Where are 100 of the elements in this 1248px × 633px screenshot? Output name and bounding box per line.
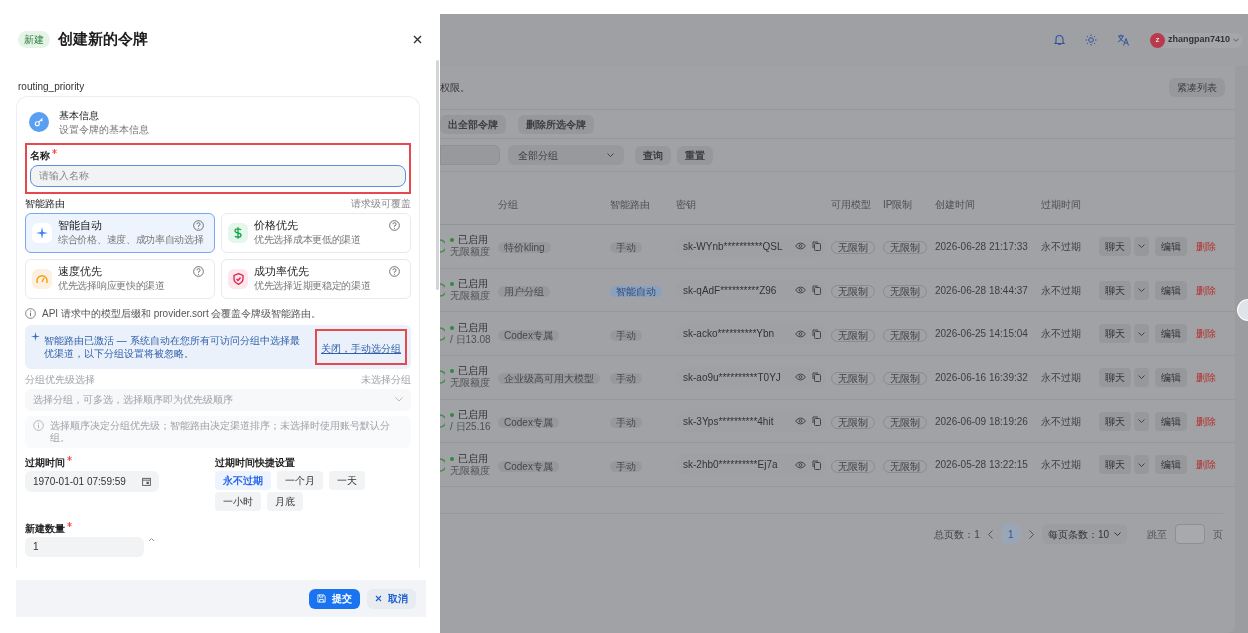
chevron-down-icon — [1138, 244, 1145, 249]
page-size-select[interactable]: 每页条数：10 — [1041, 524, 1127, 545]
dropdown-button[interactable] — [1134, 455, 1149, 475]
assistant-avatar[interactable] — [1237, 299, 1248, 321]
expiry-time: 永不过期 — [1041, 327, 1082, 342]
name-input[interactable]: 请输入名称 — [30, 164, 406, 187]
created-time: 2026-06-25 14:15:04 — [935, 327, 1029, 342]
eye-icon[interactable] — [795, 373, 806, 382]
translate-icon[interactable] — [1116, 34, 1130, 46]
help-icon[interactable] — [389, 266, 400, 277]
bell-icon[interactable] — [1053, 34, 1065, 46]
eye-icon[interactable] — [795, 242, 806, 251]
help-icon[interactable] — [193, 266, 204, 277]
cancel-button[interactable]: 取消 — [367, 588, 416, 609]
eye-icon[interactable] — [795, 460, 806, 469]
edit-button[interactable]: 编辑 — [1155, 280, 1187, 300]
delete-button[interactable]: 删除 — [1196, 369, 1216, 385]
dropdown-button[interactable] — [1134, 367, 1149, 387]
status-text: 已启用 — [458, 321, 488, 334]
drawer-title: 创建新的令牌 — [58, 28, 148, 49]
edit-button[interactable]: 编辑 — [1155, 324, 1187, 344]
routing-option[interactable]: 成功率优先 优先选择近期更稳定的渠道 — [221, 258, 411, 299]
submit-button[interactable]: 提交 — [309, 588, 360, 609]
field-label: 过期时间快捷设置 — [215, 455, 296, 469]
chat-button[interactable]: 聊天 — [1099, 324, 1131, 344]
chevron-left-icon[interactable] — [987, 529, 993, 539]
copy-icon[interactable] — [812, 285, 821, 296]
quota-text: 无限额度 — [450, 377, 490, 390]
close-icon[interactable] — [413, 34, 422, 44]
subtitle: routing_priority — [18, 80, 86, 93]
count-input[interactable]: 1 — [25, 536, 144, 557]
toggle-switch-icon[interactable] — [440, 370, 445, 385]
dropdown-button[interactable] — [1134, 280, 1149, 300]
delete-button[interactable]: 删除 — [1196, 413, 1216, 429]
chat-button[interactable]: 聊天 — [1099, 367, 1131, 387]
copy-icon[interactable] — [812, 241, 821, 252]
toggle-switch-icon[interactable] — [440, 326, 445, 341]
field-hint: 请求级可覆盖 — [351, 196, 411, 210]
delete-button[interactable]: 删除 — [1196, 282, 1216, 298]
help-icon[interactable] — [193, 220, 204, 231]
eye-icon[interactable] — [795, 417, 806, 426]
delete-button[interactable]: 删除 — [1196, 326, 1216, 342]
copy-icon[interactable] — [812, 416, 821, 427]
routing-option[interactable]: 智能自动 综合价格、速度、成功率自动选择 — [25, 212, 215, 253]
preset-button[interactable]: 永不过期 — [215, 470, 271, 490]
select-value: 全部分组 — [518, 148, 558, 163]
column-header: 过期时间 — [1041, 198, 1082, 212]
page-button[interactable]: 1 — [1000, 524, 1021, 545]
routing-note: API 请求中的模型后缀和 provider.sort 会覆盖令牌级智能路由。 — [42, 307, 322, 321]
toggle-switch-icon[interactable] — [440, 457, 445, 472]
copy-icon[interactable] — [812, 372, 821, 383]
chat-button[interactable]: 聊天 — [1099, 280, 1131, 300]
chat-button[interactable]: 聊天 — [1099, 236, 1131, 256]
key-text: sk-3Yps**********4hit — [683, 414, 775, 429]
preset-button[interactable]: 一小时 — [215, 491, 261, 511]
dropdown-button[interactable] — [1134, 236, 1149, 256]
status-text: 已启用 — [458, 409, 488, 422]
help-icon[interactable] — [389, 220, 400, 231]
column-header: 可用模型 — [831, 198, 872, 212]
sun-icon[interactable] — [1084, 34, 1097, 46]
routing-option[interactable]: 速度优先 优先选择响应更快的渠道 — [25, 258, 215, 299]
info-icon — [33, 419, 44, 431]
chat-button[interactable]: 聊天 — [1099, 411, 1131, 431]
edit-button[interactable]: 编辑 — [1155, 411, 1187, 431]
date-field[interactable]: 1970-01-01 07:59:59 — [25, 470, 159, 492]
eye-icon[interactable] — [795, 329, 806, 338]
toggle-switch-icon[interactable] — [440, 414, 445, 429]
eye-icon[interactable] — [795, 286, 806, 295]
dropdown-button[interactable] — [1134, 324, 1149, 344]
section-title: 基本信息 — [59, 108, 100, 123]
routing-option[interactable]: 价格优先 优先选择成本更低的渠道 — [221, 212, 411, 253]
preset-button[interactable]: 月底 — [267, 491, 303, 511]
query-button[interactable]: 查询 — [635, 145, 671, 165]
chat-button[interactable]: 聊天 — [1099, 455, 1131, 475]
token-action-button[interactable]: 出全部令牌 — [440, 114, 506, 134]
preset-button[interactable]: 一个月 — [277, 470, 323, 490]
manual-group-link[interactable]: 关闭，手动选分组 — [321, 342, 401, 354]
edit-button[interactable]: 编辑 — [1155, 455, 1187, 475]
group-select[interactable]: 全部分组 — [508, 145, 624, 165]
preset-button[interactable]: 一天 — [329, 470, 365, 490]
reset-button[interactable]: 重置 — [677, 145, 713, 165]
copy-icon[interactable] — [812, 459, 821, 470]
user-menu[interactable]: z zhangpan7410 — [1149, 32, 1243, 48]
delete-button[interactable]: 删除 — [1196, 457, 1216, 473]
search-field[interactable] — [440, 145, 500, 165]
delete-button[interactable]: 删除 — [1196, 238, 1216, 254]
copy-icon[interactable] — [812, 328, 821, 339]
token-action-button[interactable]: 删除所选令牌 — [518, 114, 594, 134]
jump-input[interactable] — [1175, 524, 1205, 545]
key-icon — [29, 112, 49, 132]
chevron-right-icon[interactable] — [1028, 529, 1034, 539]
edit-button[interactable]: 编辑 — [1155, 367, 1187, 387]
edit-button[interactable]: 编辑 — [1155, 236, 1187, 256]
dropdown-button[interactable] — [1134, 411, 1149, 431]
routing-tag: 智能自动 — [610, 286, 662, 298]
toggle-switch-icon[interactable] — [440, 239, 445, 254]
compact-list-button[interactable]: 紧凑列表 — [1169, 78, 1225, 97]
group-tag: 用户分组 — [498, 286, 550, 298]
toggle-switch-icon[interactable] — [440, 283, 445, 298]
field-label: 过期时间 — [25, 455, 65, 470]
